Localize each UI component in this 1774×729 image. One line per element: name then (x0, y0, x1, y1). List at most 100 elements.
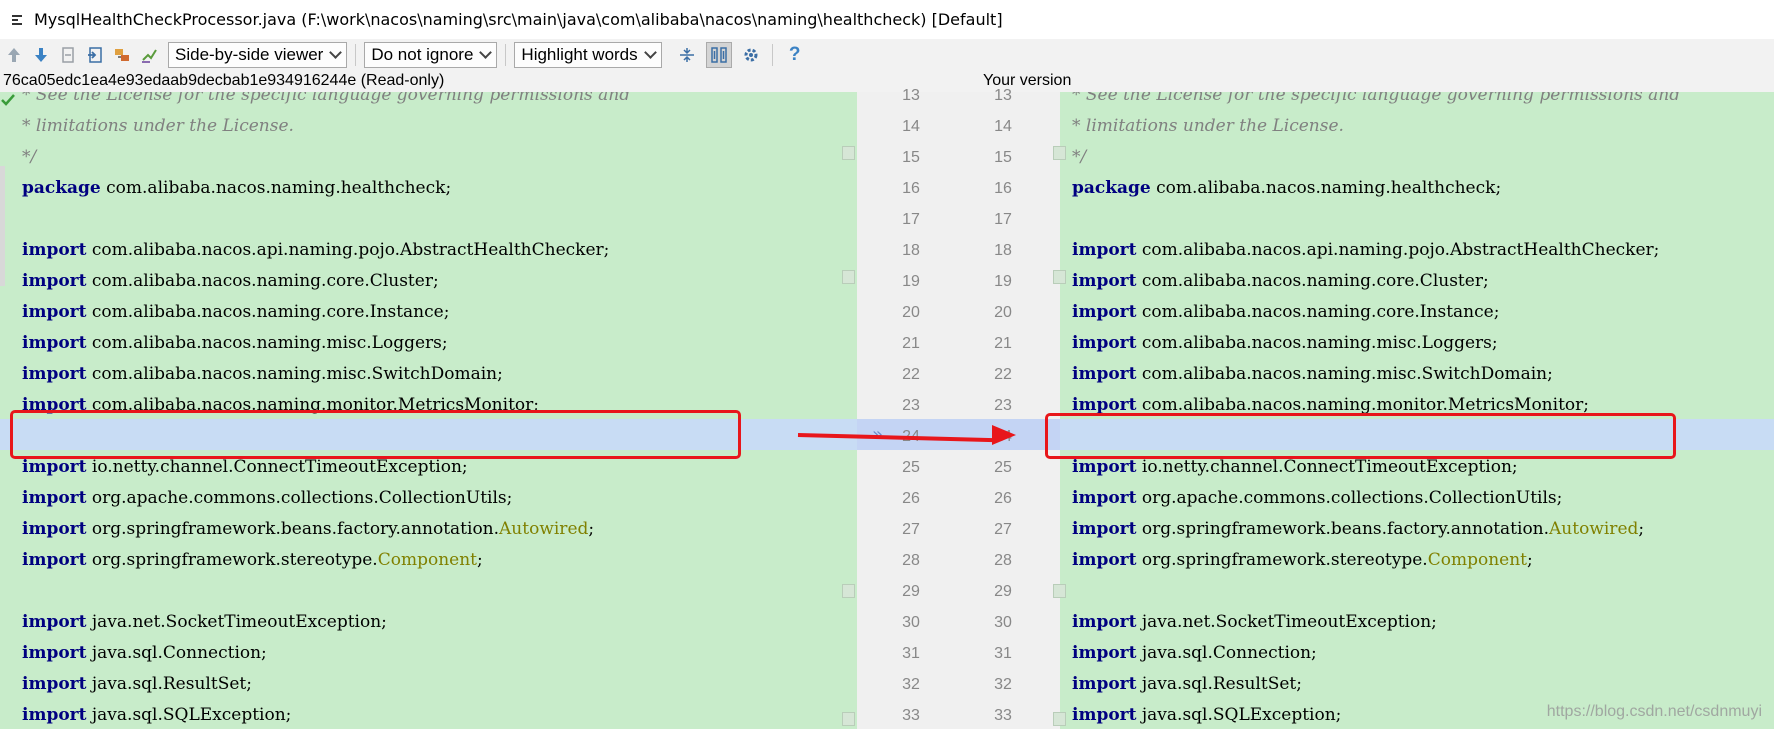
left-line-number: 19 (902, 273, 920, 290)
comment-text: * limitations under the License. (22, 116, 294, 136)
right-code-line: import com.alibaba.nacos.naming.core.Clu… (1072, 271, 1489, 291)
right-code-line: * limitations under the License. (1072, 111, 1344, 142)
left-revision-label: 76ca05edc1ea4e93edaab9decbab1e934916244e… (3, 72, 445, 89)
left-code-line: * See the License for the specific langu… (22, 92, 630, 111)
toolbar-separator (771, 44, 773, 66)
fold-marker-icon[interactable] (1053, 712, 1066, 726)
right-line-number: 19 (994, 273, 1012, 290)
chevron-down-icon (479, 45, 493, 59)
right-line-number: 18 (994, 242, 1012, 259)
keyword: import (1072, 705, 1137, 725)
keyword: import (22, 271, 87, 291)
left-line-number: 25 (902, 459, 920, 476)
scrollbar-thumb[interactable] (0, 166, 5, 286)
left-line-number: 33 (902, 707, 920, 724)
keyword: package (1072, 178, 1151, 198)
annotation-token: Autowired (499, 519, 589, 539)
help-icon[interactable]: ? (782, 42, 808, 68)
whitespace-select[interactable]: Do not ignore (364, 42, 498, 68)
apply-changes-icon[interactable] (136, 42, 162, 68)
left-line-number: 15 (902, 149, 920, 166)
right-line-number: 13 (994, 87, 1012, 104)
keyword: import (1072, 519, 1137, 539)
right-line-number: 23 (994, 397, 1012, 414)
keyword: import (1072, 333, 1137, 353)
prev-difference-icon[interactable] (1, 42, 27, 68)
left-code-line: import java.sql.Connection; (22, 643, 267, 663)
left-line-number: 16 (902, 180, 920, 197)
left-line-number: 23 (902, 397, 920, 414)
toolbar-separator (355, 44, 357, 66)
fold-marker-icon[interactable] (842, 146, 855, 160)
left-code-line: * limitations under the License. (22, 111, 294, 142)
fold-marker-icon[interactable] (842, 712, 855, 726)
left-line-number: 31 (902, 645, 920, 662)
right-code-line: import java.net.SocketTimeoutException; (1072, 612, 1437, 632)
left-line-number: 17 (902, 211, 920, 228)
keyword: import (22, 240, 87, 260)
left-line-number: 21 (902, 335, 920, 352)
annotation-token: Component (1427, 550, 1527, 570)
keyword: import (22, 705, 87, 725)
highlight-select[interactable]: Highlight words (514, 42, 662, 68)
comment-text: * See the License for the specific langu… (1072, 92, 1681, 105)
fold-marker-icon[interactable] (842, 270, 855, 284)
right-code-line: * See the License for the specific langu… (1072, 92, 1680, 111)
keyword: import (1072, 395, 1137, 415)
right-line-number: 28 (994, 552, 1012, 569)
right-line-number: 27 (994, 521, 1012, 538)
right-line-number: 25 (994, 459, 1012, 476)
right-line-number: 21 (994, 335, 1012, 352)
settings-gear-icon[interactable] (738, 42, 764, 68)
viewer-mode-select[interactable]: Side-by-side viewer (168, 42, 348, 68)
right-line-number: 31 (994, 645, 1012, 662)
fold-marker-icon[interactable] (1053, 146, 1066, 160)
left-code-line: import org.springframework.beans.factory… (22, 519, 595, 539)
right-code-line: import java.sql.ResultSet; (1072, 674, 1302, 694)
right-line-number: 30 (994, 614, 1012, 631)
right-code-line: */ (1072, 142, 1086, 173)
right-line-number: 20 (994, 304, 1012, 321)
keyword: import (22, 457, 87, 477)
compare-icon[interactable] (55, 42, 81, 68)
comment-text: * limitations under the License. (1072, 116, 1344, 136)
left-code-line: import org.apache.commons.collections.Co… (22, 488, 513, 508)
keyword: import (22, 612, 87, 632)
sync-scroll-icon[interactable] (705, 42, 732, 68)
left-line-number: 14 (902, 118, 920, 135)
left-code-line: import java.sql.ResultSet; (22, 674, 252, 694)
right-editor-pane[interactable]: * See the License for the specific langu… (1060, 92, 1774, 729)
collapse-unchanged-icon[interactable] (674, 42, 700, 68)
right-code-line: import com.alibaba.nacos.naming.core.Ins… (1072, 302, 1500, 322)
compare-files-icon[interactable] (109, 42, 135, 68)
whitespace-value: Do not ignore (371, 45, 474, 64)
annotation-token: Autowired (1549, 519, 1639, 539)
right-line-number: 15 (994, 149, 1012, 166)
checkmark-icon (0, 92, 16, 108)
comment-text: */ (1072, 147, 1087, 167)
right-line-number: 14 (994, 118, 1012, 135)
fold-marker-icon[interactable] (1053, 270, 1066, 284)
left-code-line: import java.sql.SQLException; (22, 705, 292, 725)
annotation-token: Component (377, 550, 477, 570)
keyword: import (22, 302, 87, 322)
next-difference-icon[interactable] (28, 42, 54, 68)
comment-text: */ (22, 147, 37, 167)
keyword: import (1072, 643, 1137, 663)
keyword: import (1072, 550, 1137, 570)
window-title: MysqlHealthCheckProcessor.java (F:\work\… (34, 10, 1003, 29)
keyword: import (1072, 674, 1137, 694)
jump-to-source-icon[interactable] (82, 42, 108, 68)
keyword: import (22, 364, 87, 384)
fold-marker-icon[interactable] (1053, 584, 1066, 598)
keyword: import (22, 333, 87, 353)
fold-marker-icon[interactable] (842, 584, 855, 598)
left-annotation-box (10, 410, 741, 459)
keyword: import (1072, 488, 1137, 508)
keyword: import (1072, 612, 1137, 632)
right-annotation-box (1045, 413, 1676, 459)
keyword: import (1072, 271, 1137, 291)
left-code-line: */ (22, 142, 36, 173)
right-line-number: 26 (994, 490, 1012, 507)
watermark: https://blog.csdn.net/csdnmuyi (1546, 703, 1762, 720)
